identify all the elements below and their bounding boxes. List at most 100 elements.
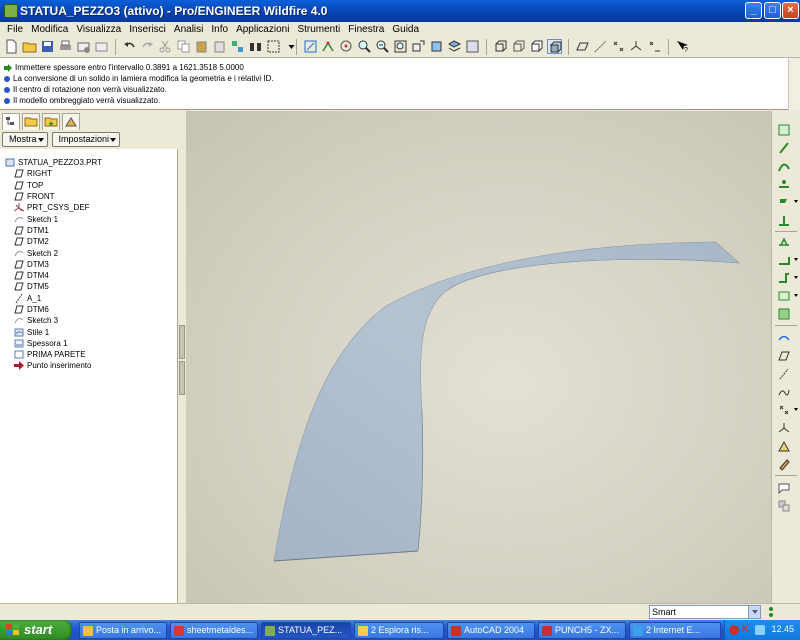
taskbar-button[interactable]: 2 Internet E... (629, 622, 721, 639)
no-hidden-icon[interactable] (529, 39, 544, 54)
cut-icon[interactable] (158, 39, 173, 54)
tree-item[interactable]: Sketch 3 (0, 315, 178, 326)
datum-point-tool-icon[interactable] (777, 177, 791, 191)
copy-icon[interactable] (176, 39, 191, 54)
panel-splitter[interactable] (178, 111, 186, 603)
view-manager-icon[interactable] (465, 39, 480, 54)
undo-icon[interactable] (122, 39, 137, 54)
close-button[interactable]: × (782, 2, 799, 19)
tab-model-tree[interactable] (2, 113, 20, 130)
tree-item[interactable]: DTM3 (0, 259, 178, 270)
tray-k-icon[interactable]: K (742, 625, 752, 635)
taskbar-button[interactable]: AutoCAD 2004 (447, 622, 535, 639)
saved-views-icon[interactable] (429, 39, 444, 54)
collapse-grip[interactable] (179, 325, 185, 359)
tree-item[interactable]: DTM1 (0, 225, 178, 236)
menu-visualizza[interactable]: Visualizza (72, 24, 125, 35)
tree-item[interactable]: Stile 1 (0, 326, 178, 337)
unbend-tool-icon[interactable] (777, 235, 791, 249)
tree-item[interactable]: Punto inserimento (0, 360, 178, 371)
tree-root[interactable]: STATUA_PEZZO3.PRT (0, 157, 178, 168)
select-box-icon[interactable] (266, 39, 281, 54)
save-icon[interactable] (40, 39, 55, 54)
tree-item[interactable]: RIGHT (0, 168, 178, 179)
context-help-icon[interactable]: ? (675, 39, 690, 54)
menu-strumenti[interactable]: Strumenti (293, 24, 344, 35)
repaint-icon[interactable] (303, 39, 318, 54)
datum-points-toggle-icon[interactable] (611, 39, 626, 54)
menu-finestra[interactable]: Finestra (344, 24, 388, 35)
start-button[interactable]: start (0, 620, 72, 640)
selection-filter-dropdown[interactable]: Smart (649, 605, 761, 619)
datum-axes-toggle-icon[interactable] (593, 39, 608, 54)
expand-grip[interactable] (179, 361, 185, 395)
plane-tool-icon[interactable] (777, 349, 791, 363)
print-icon[interactable] (58, 39, 73, 54)
menu-inserisci[interactable]: Inserisci (125, 24, 170, 35)
message-scrollbar[interactable] (788, 58, 800, 110)
merge-tool-icon[interactable] (777, 307, 791, 321)
layers-icon[interactable] (447, 39, 462, 54)
settings-button[interactable]: Impostazioni (51, 132, 121, 147)
tree-item[interactable]: FRONT (0, 191, 178, 202)
tree-item[interactable]: TOP (0, 180, 178, 191)
zoom-out-icon[interactable] (375, 39, 390, 54)
analysis-tool-icon[interactable] (777, 439, 791, 453)
sketch-tool-icon[interactable] (777, 213, 791, 227)
hidden-line-icon[interactable] (511, 39, 526, 54)
taskbar-button[interactable]: sheetmetaldes... (170, 622, 258, 639)
taskbar-button[interactable]: 2 Esplora ris... (354, 622, 444, 639)
refit-icon[interactable] (393, 39, 408, 54)
open-folder-icon[interactable] (22, 39, 37, 54)
curve-tool-icon[interactable] (777, 385, 791, 399)
shading-icon[interactable] (547, 39, 562, 54)
tree-item[interactable]: DTM2 (0, 236, 178, 247)
tab-favorites[interactable] (42, 113, 60, 130)
send-mail-icon[interactable] (76, 39, 91, 54)
chevron-down-icon[interactable] (748, 606, 760, 618)
menu-file[interactable]: File (3, 24, 27, 35)
tab-connections[interactable] (62, 113, 80, 130)
datum-csys-tool-icon[interactable] (777, 195, 798, 209)
chevron-down-icon[interactable] (284, 39, 295, 54)
pen-tool-icon[interactable] (777, 457, 791, 471)
wireframe-icon[interactable] (493, 39, 508, 54)
insert-tool-icon[interactable] (777, 499, 791, 513)
tab-layers[interactable] (22, 113, 40, 130)
tree-item[interactable]: DTM6 (0, 304, 178, 315)
paste-icon[interactable] (194, 39, 209, 54)
datum-plane-tool-icon[interactable] (777, 123, 791, 137)
redo-icon[interactable] (140, 39, 155, 54)
find-icon[interactable] (248, 39, 263, 54)
datum-planes-toggle-icon[interactable] (575, 39, 590, 54)
tree-item[interactable]: PRT_CSYS_DEF (0, 202, 178, 213)
network-icon[interactable] (755, 625, 765, 635)
tree-item[interactable]: DTM4 (0, 270, 178, 281)
taskbar-button[interactable]: PUNCH5 - ZX... (538, 622, 626, 639)
coordinate-systems-toggle-icon[interactable] (629, 39, 644, 54)
tree-item[interactable]: Spessora 1 (0, 338, 178, 349)
minimize-button[interactable]: _ (745, 2, 762, 19)
new-file-icon[interactable] (4, 39, 19, 54)
menu-guida[interactable]: Guida (388, 24, 423, 35)
tree-item[interactable]: Sketch 2 (0, 247, 178, 258)
menu-analisi[interactable]: Analisi (170, 24, 207, 35)
menu-modifica[interactable]: Modifica (27, 24, 72, 35)
paste-special-icon[interactable] (212, 39, 227, 54)
flange-wall-tool-icon[interactable] (777, 271, 798, 285)
csys-tool-icon[interactable] (777, 421, 791, 435)
tree-item[interactable]: PRIMA PARETE (0, 349, 178, 360)
orient-mode-icon[interactable] (339, 39, 354, 54)
annotations-toggle-icon[interactable] (647, 39, 662, 54)
point-tool-icon[interactable] (777, 403, 798, 417)
tree-item[interactable]: Sketch 1 (0, 213, 178, 224)
tree-item[interactable]: DTM5 (0, 281, 178, 292)
datum-curve-tool-icon[interactable] (777, 159, 791, 173)
spin-center-icon[interactable] (321, 39, 336, 54)
zoom-in-icon[interactable] (357, 39, 372, 54)
axis-tool-icon[interactable] (777, 367, 791, 381)
sketch-curve-tool-icon[interactable] (777, 331, 791, 345)
send-link-icon[interactable] (94, 39, 109, 54)
graphics-window[interactable] (186, 111, 771, 603)
annotation-tool-icon[interactable] (777, 481, 791, 495)
